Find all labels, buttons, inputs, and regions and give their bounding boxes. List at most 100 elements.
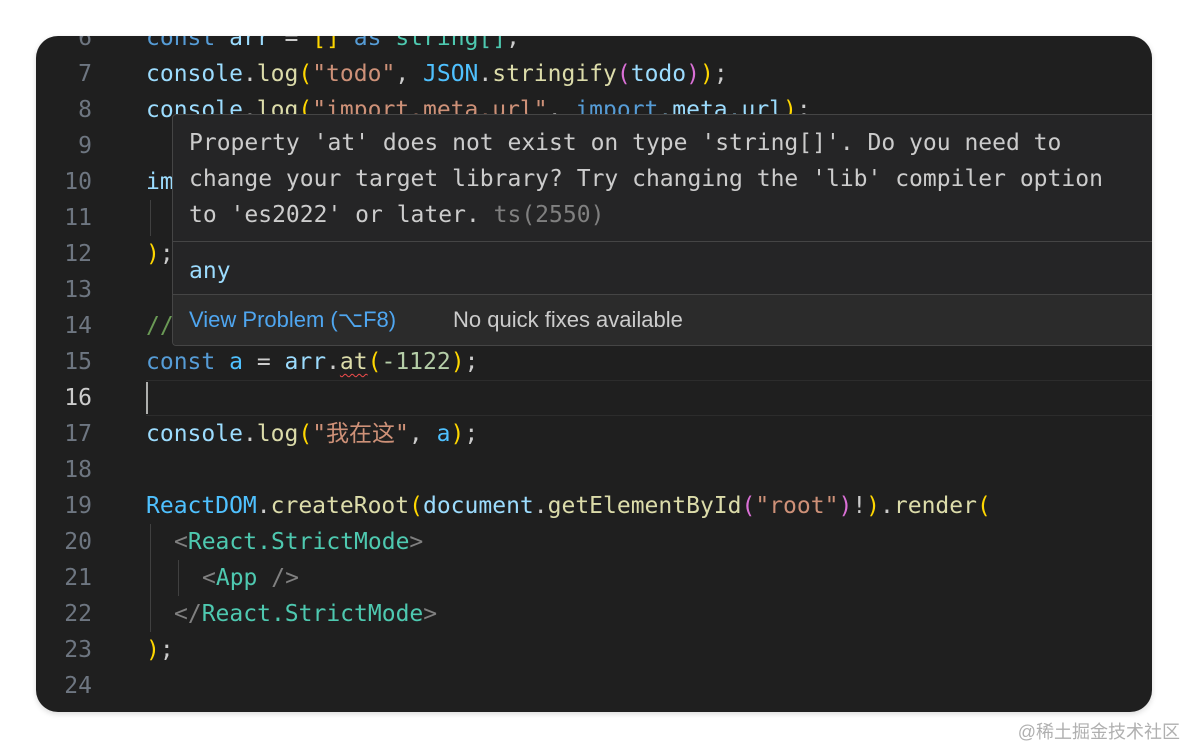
variable: arr [229,36,271,51]
comma: , [395,61,423,87]
bracket: ) [699,61,714,87]
error-message-line: to 'es2022' or later. [189,202,494,228]
object: console [146,61,243,87]
type: string[] [395,36,507,51]
line-number: 20 [64,529,92,555]
function: stringify [492,61,617,87]
bracket: ) [686,61,700,87]
semicolon: ; [506,36,520,51]
bracket: ) [450,349,465,375]
function: createRoot [270,493,410,519]
bracket: ( [367,349,382,375]
dot: . [533,493,548,519]
function: log [256,61,299,87]
line-number: 12 [64,241,92,267]
jsx-tag: React.StrictMode [201,601,424,627]
object: document [422,493,534,519]
line-number: 6 [78,36,92,51]
code-line-14: // [146,308,174,344]
dot: . [326,349,340,375]
variable: a [436,421,451,447]
line-number-gutter: 6 7 8 9 10 11 12 13 14 15 16 17 18 19 20… [36,36,106,712]
error-message: Property 'at' does not exist on type 'st… [189,125,1152,233]
bracket: ( [409,493,423,519]
semicolon: ; [464,349,479,375]
dot: . [242,421,257,447]
hover-status-bar: View Problem (⌥F8) No quick fixes availa… [173,295,1152,345]
code-editor-window: 6 7 8 9 10 11 12 13 14 15 16 17 18 19 20… [36,36,1152,712]
semicolon: ; [464,421,479,447]
code-line-17: console.log("我在这", a); [146,416,478,452]
semicolon: ; [159,637,174,663]
object: ReactDOM [146,493,257,519]
variable: todo [630,61,687,87]
bracket: ( [616,61,631,87]
line-number: 17 [64,421,92,447]
line-number: 19 [64,493,92,519]
bracket: ) [450,421,465,447]
hover-divider [173,241,1152,242]
function: getElementById [547,493,742,519]
comma: , [408,421,437,447]
code-line-6: const arr = [] as string[]; [146,36,520,56]
number: -1122 [381,349,451,375]
object: console [146,421,243,447]
variable: a [229,349,243,375]
line-number: 21 [64,565,92,591]
error-hover-popup[interactable]: Property 'at' does not exist on type 'st… [172,114,1152,346]
line-number: 15 [64,349,92,375]
operator: ! [852,493,867,519]
code-line-15: const a = arr.at(-1122); [146,344,478,380]
comment: // [146,313,174,339]
bracket: ( [298,61,313,87]
line-number: 18 [64,457,92,483]
error-function-at[interactable]: at [340,349,368,375]
bracket: ) [146,241,160,267]
quick-fix-status: No quick fixes available [453,307,683,332]
jsx-tag: App [215,565,258,591]
code-line-19: ReactDOM.createRoot(document.getElementB… [146,488,991,524]
line-number: 11 [64,205,92,231]
string: "我在这" [312,421,409,447]
line-number: 24 [64,673,92,699]
bracket: ) [146,637,160,663]
text-cursor [146,382,148,414]
tag-bracket: < [202,565,216,591]
code-line-12: ); [146,236,174,272]
bracket: ( [741,493,756,519]
code-line-23: ); [146,632,174,668]
watermark: @稀土掘金技术社区 [1017,722,1180,742]
code-line-20: <React.StrictMode> [174,524,423,560]
function: log [256,421,299,447]
tag-bracket: > [423,601,438,627]
string: "root" [755,493,839,519]
current-line-highlight [146,380,1152,416]
object: JSON [423,61,479,87]
line-number: 10 [64,169,92,195]
bracket: ( [298,421,313,447]
bracket: ) [866,493,881,519]
tag-bracket: > [409,529,424,555]
hover-type-info: any [189,258,231,284]
view-problem-link[interactable]: View Problem (⌥F8) [189,307,396,333]
keyword: im [146,169,174,195]
error-message-line: Property 'at' does not exist on type 'st… [189,130,1062,156]
code-line-22: </React.StrictMode> [174,596,437,632]
line-number: 23 [64,637,92,663]
dot: . [880,493,894,519]
dot: . [256,493,271,519]
indent-guide [178,560,179,596]
indent-guide [150,200,151,236]
error-message-line: change your target library? Try changing… [189,166,1103,192]
code-line-21: <App /> [202,560,299,596]
function: render [893,493,977,519]
dot: . [242,61,257,87]
line-number: 14 [64,313,92,339]
keyword: as [353,36,382,51]
line-number: 13 [64,277,92,303]
tag-bracket: /> [257,565,299,591]
